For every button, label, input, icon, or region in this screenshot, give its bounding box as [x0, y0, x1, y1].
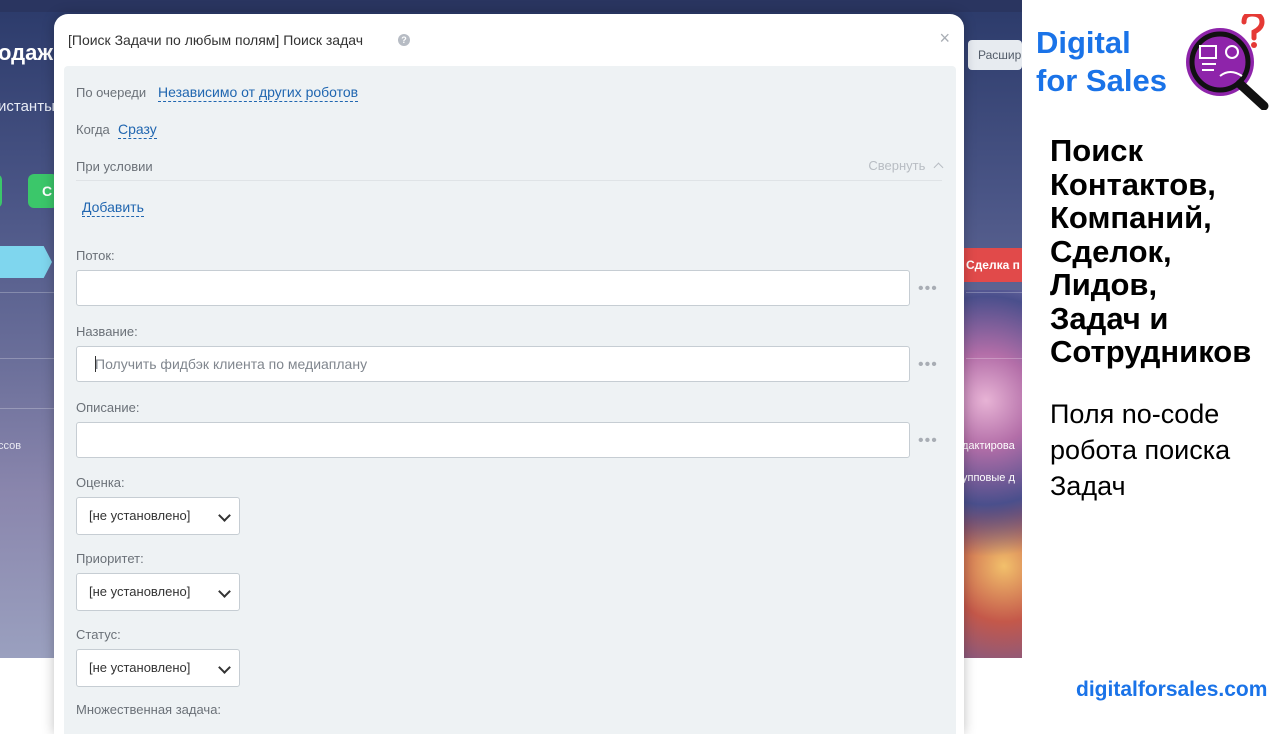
description-label: Описание: — [76, 400, 140, 415]
background-top-bar — [0, 0, 1022, 12]
add-condition-link[interactable]: Добавить — [82, 198, 144, 217]
website-link[interactable]: digitalforsales.com — [1076, 678, 1267, 702]
background-assistants-label: истанты — [0, 98, 55, 115]
status-select-value: [не установлено] — [89, 660, 191, 675]
close-icon[interactable]: × — [939, 28, 950, 49]
queue-value-link[interactable]: Независимо от других роботов — [158, 83, 359, 102]
name-field[interactable]: Получить фидбэк клиента по медиаплану — [76, 346, 910, 382]
rating-label: Оценка: — [76, 475, 125, 490]
background-divider — [0, 292, 54, 293]
name-more-icon[interactable]: ••• — [918, 356, 938, 374]
promo-title: Поиск Контактов, Компаний, Сделок, Лидов… — [1050, 133, 1252, 369]
description-more-icon[interactable]: ••• — [918, 432, 938, 450]
background-left-button — [0, 174, 2, 208]
condition-label: При условии — [76, 159, 153, 174]
priority-select-value: [не установлено] — [89, 584, 191, 599]
background-deal-badge: Сделка п — [962, 248, 1022, 282]
priority-select[interactable]: [не установлено] — [76, 573, 240, 611]
status-select[interactable]: [не установлено] — [76, 649, 240, 687]
flow-field[interactable] — [76, 270, 910, 306]
description-field[interactable] — [76, 422, 910, 458]
flow-more-icon[interactable]: ••• — [918, 280, 938, 298]
chevron-up-icon — [933, 162, 944, 173]
collapse-toggle[interactable]: Свернуть — [868, 158, 944, 173]
help-icon[interactable]: ? — [398, 34, 410, 46]
brand-line-2: for Sales — [1036, 63, 1167, 98]
background-stage-arrow — [0, 246, 52, 278]
promo-subtitle: Поля no-code робота поиска Задач — [1050, 399, 1231, 501]
flow-label: Поток: — [76, 248, 115, 263]
when-label: Когда — [76, 122, 110, 137]
robot-settings-dialog: [Поиск Задачи по любым полям] Поиск зада… — [54, 14, 964, 734]
background-divider — [966, 292, 1022, 293]
background-expand-button: Расшир — [968, 40, 1022, 70]
chevron-down-icon — [218, 585, 231, 598]
chevron-down-icon — [218, 661, 231, 674]
background-divider — [0, 408, 54, 409]
brand-name: Digital for Sales — [1036, 24, 1167, 100]
chevron-down-icon — [218, 509, 231, 522]
condition-divider — [76, 180, 942, 181]
dialog-title: [Поиск Задачи по любым полям] Поиск зада… — [68, 32, 364, 48]
background-title: одаж — [0, 40, 53, 65]
name-field-value: Получить фидбэк клиента по медиаплану — [95, 356, 368, 372]
queue-label: По очереди — [76, 85, 147, 100]
background-divider — [0, 358, 54, 359]
background-divider — [966, 358, 1022, 359]
background-edit-label: дактирова — [962, 440, 1015, 452]
background-group-label: упповые д — [962, 472, 1015, 484]
background-processes-label: ссов — [0, 440, 22, 452]
collapse-label: Свернуть — [868, 158, 926, 173]
rating-select[interactable]: [не установлено] — [76, 497, 240, 535]
name-label: Название: — [76, 324, 138, 339]
rating-select-value: [не установлено] — [89, 508, 191, 523]
brand-logo-icon — [1186, 14, 1269, 110]
priority-label: Приоритет: — [76, 551, 144, 566]
multi-task-label: Множественная задача: — [76, 702, 222, 717]
when-value-link[interactable]: Сразу — [118, 120, 157, 139]
settings-panel: По очереди Независимо от других роботов … — [64, 66, 956, 734]
text-cursor — [95, 356, 96, 372]
brand-line-1: Digital — [1036, 25, 1131, 60]
status-label: Статус: — [76, 627, 121, 642]
